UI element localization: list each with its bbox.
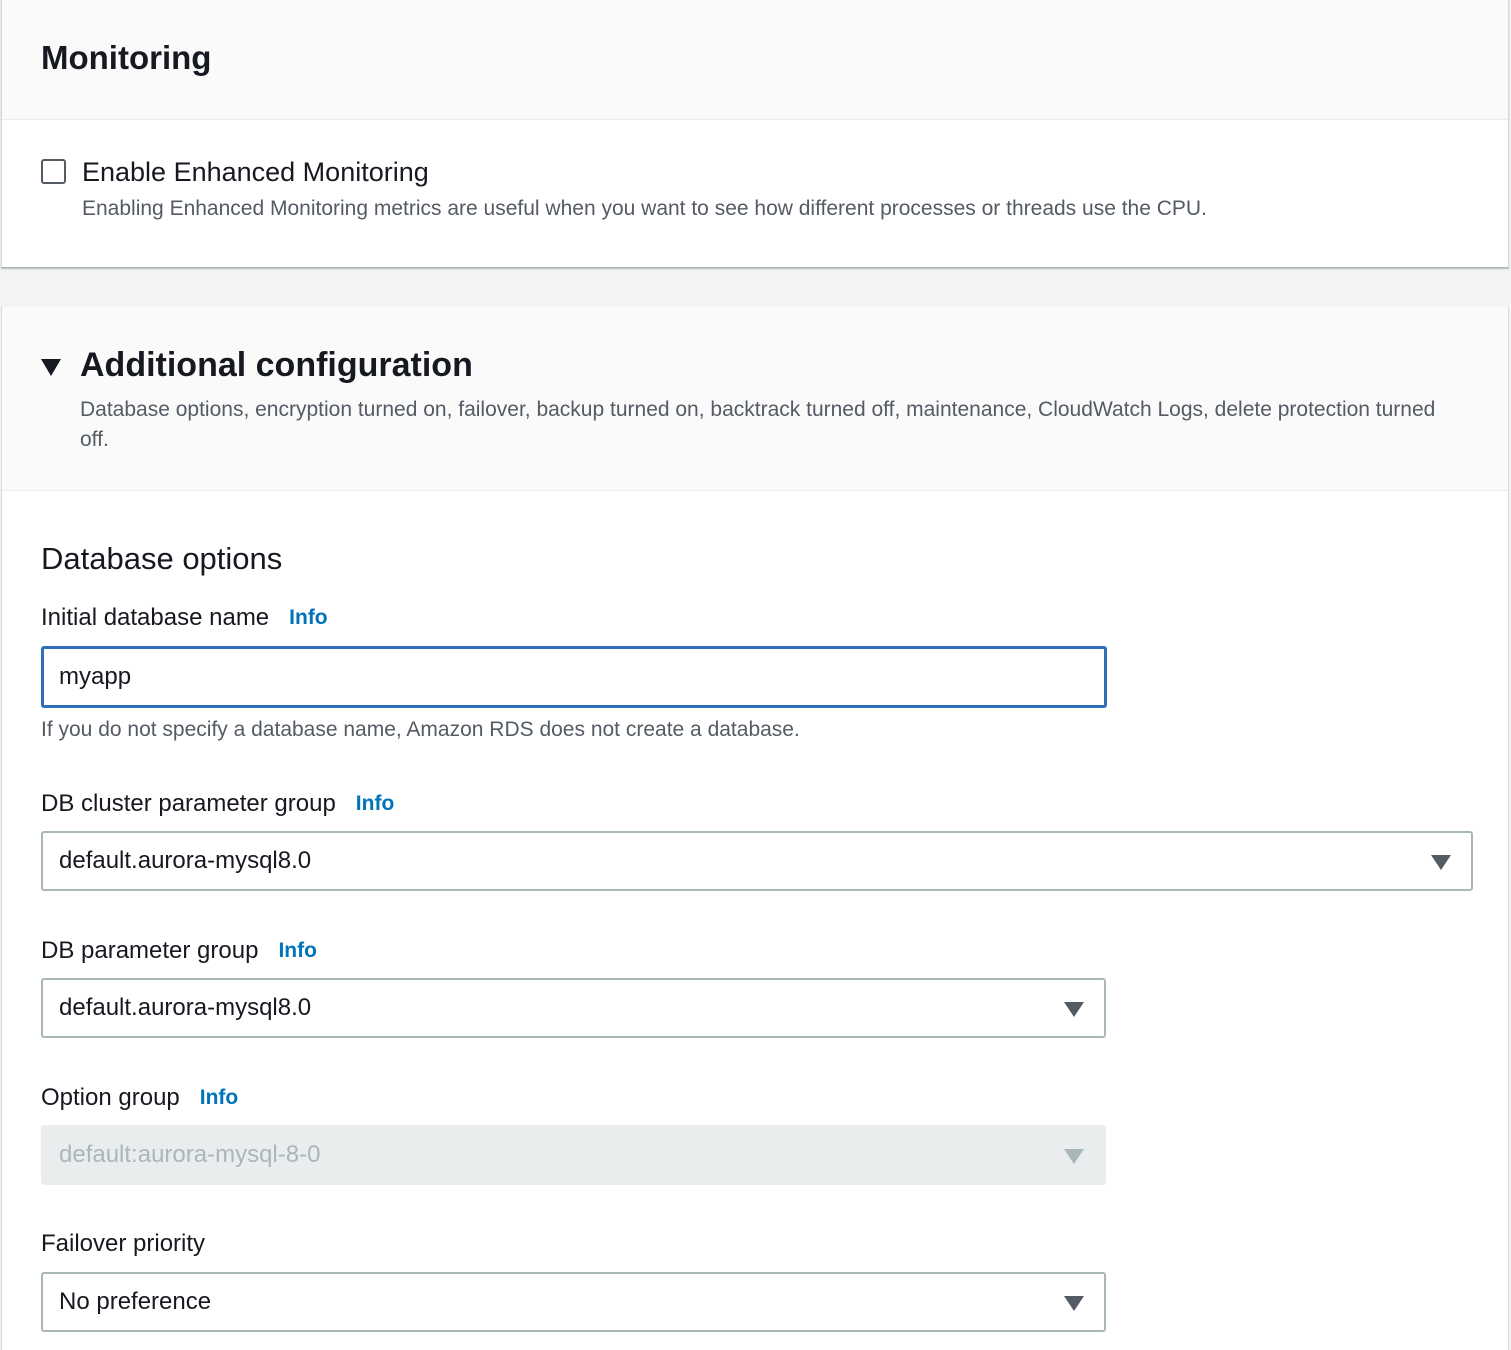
- option-group-label: Option group Info: [41, 1083, 238, 1113]
- additional-configuration-panel: Additional configuration Database option…: [1, 307, 1509, 1350]
- db-param-group-select[interactable]: default.aurora-mysql8.0: [41, 978, 1106, 1038]
- option-group-label-text: Option group: [41, 1084, 180, 1111]
- monitoring-title: Monitoring: [41, 39, 212, 76]
- triangle-down-icon: [1064, 1002, 1084, 1017]
- db-param-group-label-text: DB parameter group: [41, 937, 259, 964]
- enhanced-monitoring-description: Enabling Enhanced Monitoring metrics are…: [82, 197, 1207, 220]
- monitoring-panel: Monitoring Enable Enhanced Monitoring En…: [1, 0, 1509, 268]
- additional-configuration-toggle[interactable]: Additional configuration Database option…: [2, 307, 1508, 491]
- option-group-value: default:aurora-mysql-8-0: [59, 1141, 321, 1168]
- cluster-param-group-info-link[interactable]: Info: [356, 792, 394, 815]
- initial-db-name-hint: If you do not specify a database name, A…: [41, 718, 800, 741]
- additional-configuration-description: Database options, encryption turned on, …: [80, 398, 1436, 451]
- caret-down-icon: [41, 359, 61, 376]
- cluster-param-group-value: default.aurora-mysql8.0: [59, 847, 312, 874]
- initial-db-name-info-link[interactable]: Info: [289, 606, 327, 629]
- failover-priority-select[interactable]: No preference: [41, 1272, 1106, 1332]
- additional-configuration-title: Additional configuration: [80, 346, 473, 384]
- option-group-info-link[interactable]: Info: [200, 1086, 238, 1109]
- initial-db-name-label: Initial database name Info: [41, 603, 328, 633]
- database-options-title: Database options: [41, 541, 283, 576]
- option-group-select: default:aurora-mysql-8-0: [41, 1125, 1106, 1185]
- initial-db-name-label-text: Initial database name: [41, 604, 270, 631]
- initial-db-name-input[interactable]: [41, 646, 1107, 708]
- failover-priority-value: No preference: [59, 1288, 212, 1315]
- failover-priority-label: Failover priority: [41, 1230, 206, 1257]
- db-param-group-label: DB parameter group Info: [41, 936, 317, 966]
- triangle-down-icon: [1431, 855, 1451, 870]
- db-param-group-info-link[interactable]: Info: [278, 939, 316, 962]
- enhanced-monitoring-label[interactable]: Enable Enhanced Monitoring: [82, 155, 429, 189]
- triangle-down-icon: [1064, 1296, 1084, 1311]
- cluster-param-group-label: DB cluster parameter group Info: [41, 789, 394, 819]
- enhanced-monitoring-checkbox[interactable]: [41, 159, 66, 184]
- cluster-param-group-select[interactable]: default.aurora-mysql8.0: [41, 831, 1473, 891]
- page: Monitoring Enable Enhanced Monitoring En…: [0, 0, 1511, 1350]
- monitoring-header: Monitoring: [2, 0, 1508, 120]
- cluster-param-group-label-text: DB cluster parameter group: [41, 790, 336, 817]
- db-param-group-value: default.aurora-mysql8.0: [59, 994, 312, 1021]
- triangle-down-icon: [1064, 1149, 1084, 1164]
